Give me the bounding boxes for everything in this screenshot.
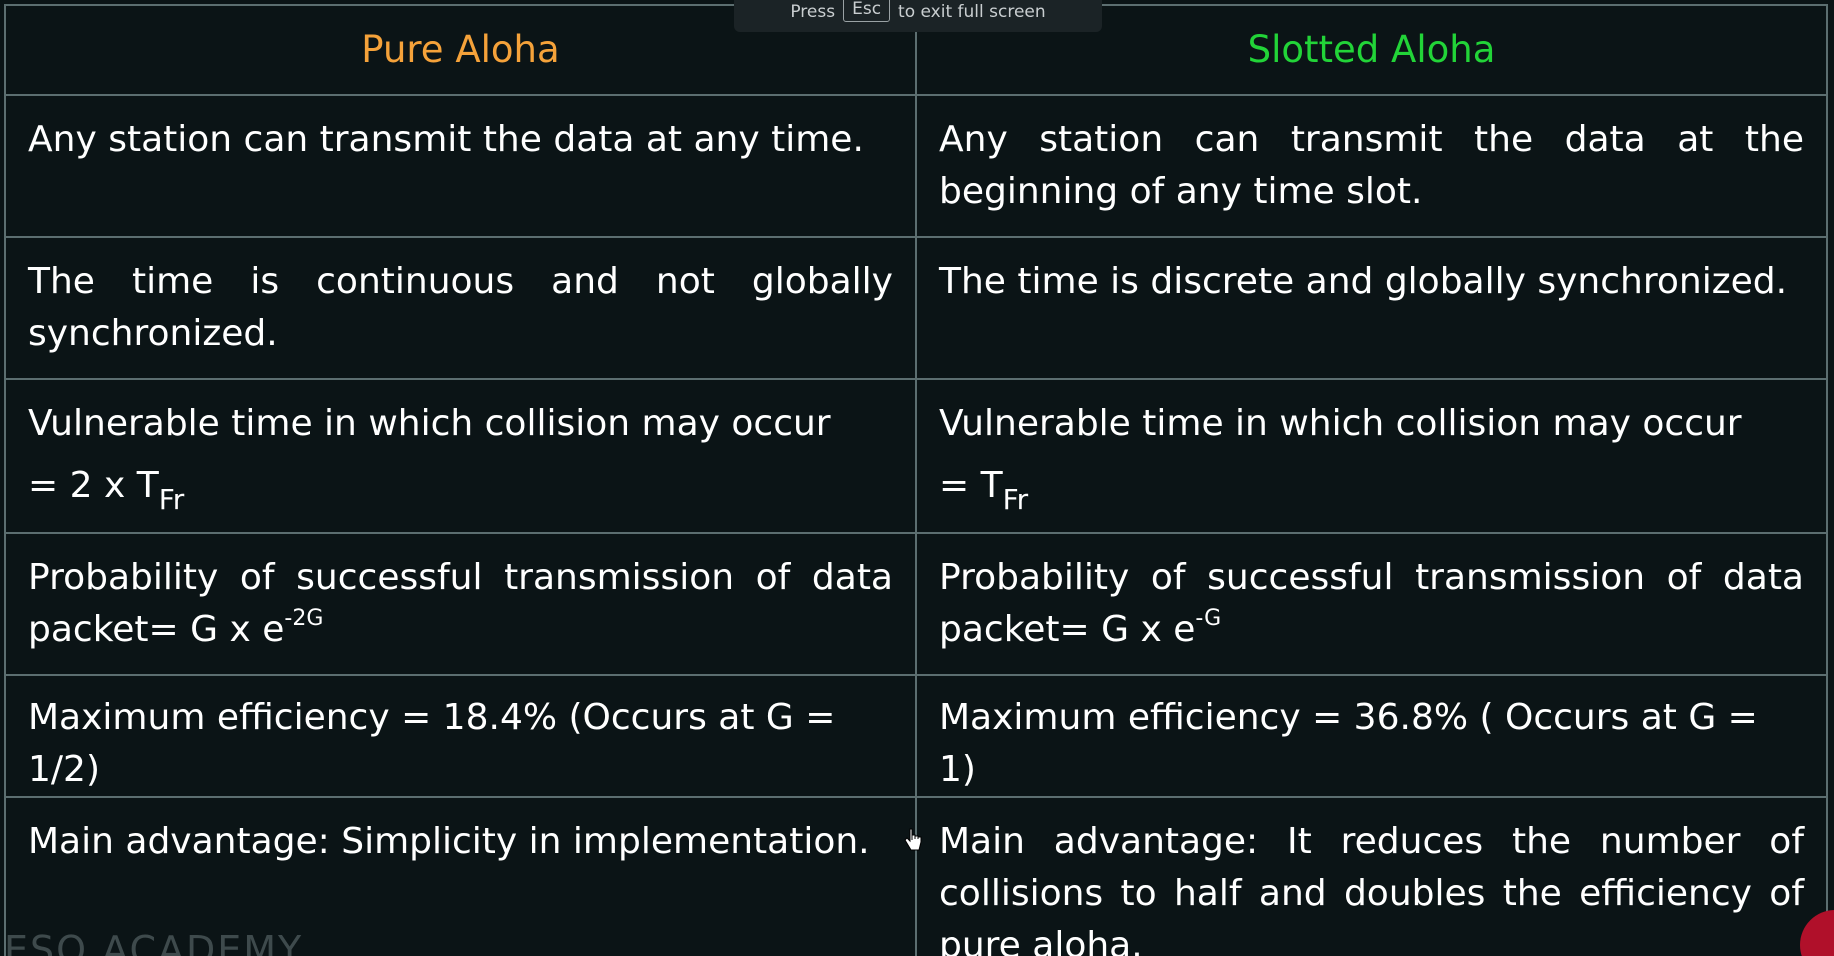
cell-slotted-time: The time is discrete and globally synchr… <box>915 236 1828 380</box>
pure-probability-text: Probability of successful transmission o… <box>28 557 893 650</box>
cell-slotted-vulnerable: Vulnerable time in which collision may o… <box>915 378 1828 534</box>
pure-formula-sub: Fr <box>158 483 185 516</box>
pure-formula-main: = 2 x T <box>28 465 159 506</box>
pure-probability-exponent: -2G <box>284 606 324 631</box>
cell-pure-vulnerable: Vulnerable time in which collision may o… <box>4 378 917 534</box>
cell-slotted-transmission: Any station can transmit the data at the… <box>915 94 1828 238</box>
cell-pure-transmission: Any station can transmit the data at any… <box>4 94 917 238</box>
hand-pointer-icon <box>904 828 922 851</box>
table-row: Probability of successful transmission o… <box>4 532 1828 676</box>
aloha-comparison-table: Pure Aloha Slotted Aloha Any station can… <box>4 4 1828 956</box>
cell-pure-efficiency: Maximum efficiency = 18.4% (Occurs at G … <box>4 674 917 798</box>
fullscreen-exit-hint: Press Esc to exit full screen <box>734 0 1102 32</box>
table-row: Any station can transmit the data at any… <box>4 94 1828 238</box>
hint-press: Press <box>790 2 836 22</box>
table-row: The time is continuous and not globally … <box>4 236 1828 380</box>
academy-watermark: ESO ACADEMY <box>4 928 304 956</box>
cell-pure-probability: Probability of successful transmission o… <box>4 532 917 676</box>
cell-slotted-efficiency: Maximum efficiency = 36.8% ( Occurs at G… <box>915 674 1828 798</box>
cell-slotted-advantage: Main advantage: It reduces the number of… <box>915 796 1828 956</box>
cell-pure-time: The time is continuous and not globally … <box>4 236 917 380</box>
table-row: Vulnerable time in which collision may o… <box>4 378 1828 534</box>
slotted-formula-sub: Fr <box>1002 483 1029 516</box>
esc-key-badge: Esc <box>843 0 891 22</box>
table-row: Maximum efficiency = 18.4% (Occurs at G … <box>4 674 1828 798</box>
cell-slotted-probability: Probability of successful transmission o… <box>915 532 1828 676</box>
slotted-formula-main: = T <box>939 465 1003 506</box>
slotted-probability-exponent: -G <box>1195 606 1222 631</box>
slotted-vulnerable-text: Vulnerable time in which collision may o… <box>939 403 1742 444</box>
slotted-vulnerable-formula: = TFr <box>939 460 1804 516</box>
hint-rest: to exit full screen <box>898 2 1046 22</box>
pure-vulnerable-formula: = 2 x TFr <box>28 460 893 516</box>
slide-stage: Press Esc to exit full screen Pure Aloha… <box>0 0 1834 956</box>
pure-vulnerable-text: Vulnerable time in which collision may o… <box>28 403 831 444</box>
slotted-probability-text: Probability of successful transmission o… <box>939 557 1804 650</box>
